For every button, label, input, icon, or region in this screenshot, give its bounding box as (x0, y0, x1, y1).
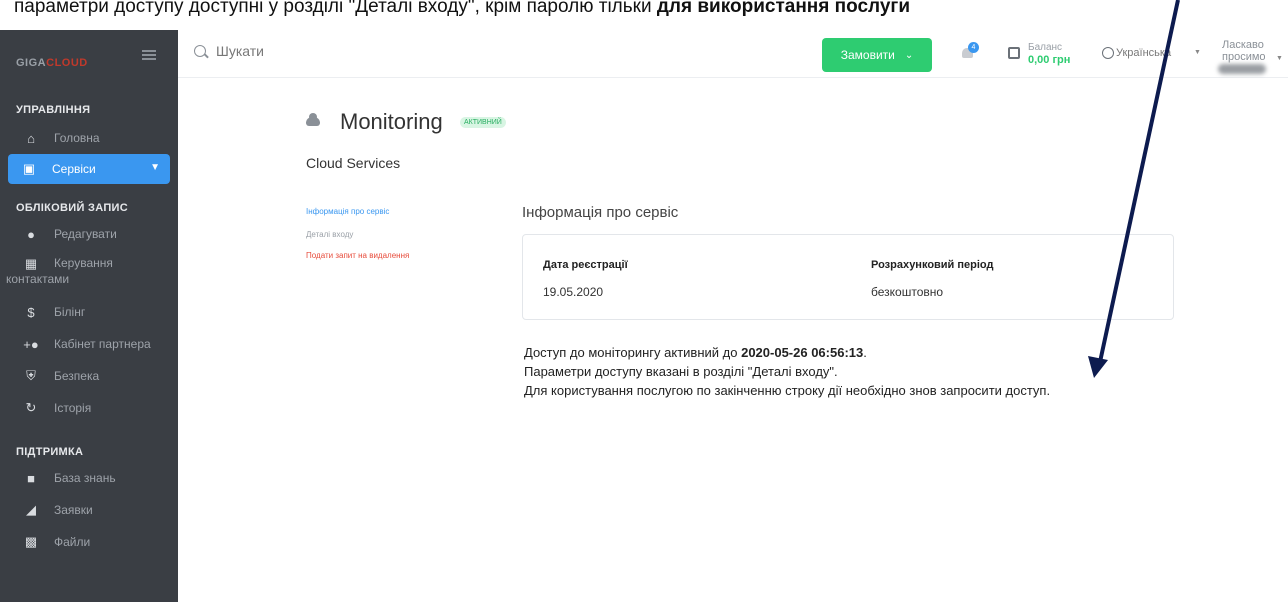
annotation-arrow (1088, 0, 1180, 378)
arrow-head (1088, 356, 1108, 378)
arrow-shaft (1098, 0, 1180, 363)
